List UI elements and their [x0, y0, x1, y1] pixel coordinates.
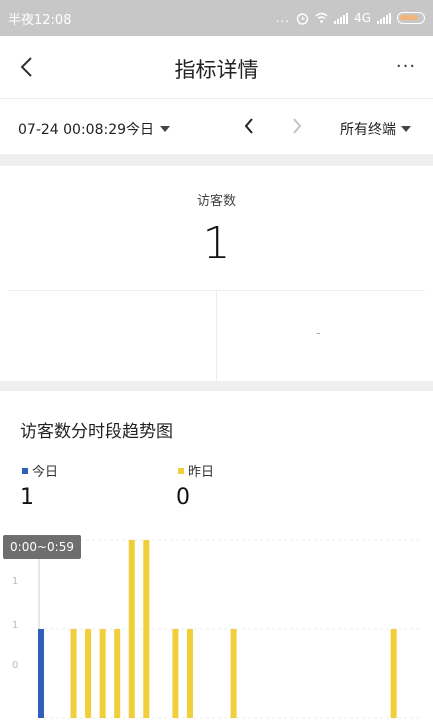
- bar-yesterday: [114, 629, 121, 718]
- bar-yesterday: [186, 629, 193, 718]
- bar-yesterday: [230, 629, 237, 718]
- bar-yesterday: [85, 629, 92, 718]
- screen: 半夜12:08 ... 4G 指标详情 ··· 07-24 00:08:29今日…: [0, 0, 433, 720]
- bar-yesterday: [172, 629, 179, 718]
- bar-today: [38, 629, 44, 718]
- y-tick-label: 1: [12, 576, 18, 587]
- bar-yesterday: [143, 540, 150, 718]
- bar-yesterday: [99, 629, 106, 718]
- y-tick-label: 1: [12, 620, 18, 631]
- trend-chart[interactable]: 0 1 1: [0, 0, 433, 720]
- chart-tooltip: 0:00~0:59: [3, 535, 81, 559]
- bar-yesterday: [70, 629, 77, 718]
- y-tick-label: 0: [12, 660, 18, 671]
- bar-yesterday: [390, 629, 397, 718]
- bar-yesterday: [128, 540, 135, 718]
